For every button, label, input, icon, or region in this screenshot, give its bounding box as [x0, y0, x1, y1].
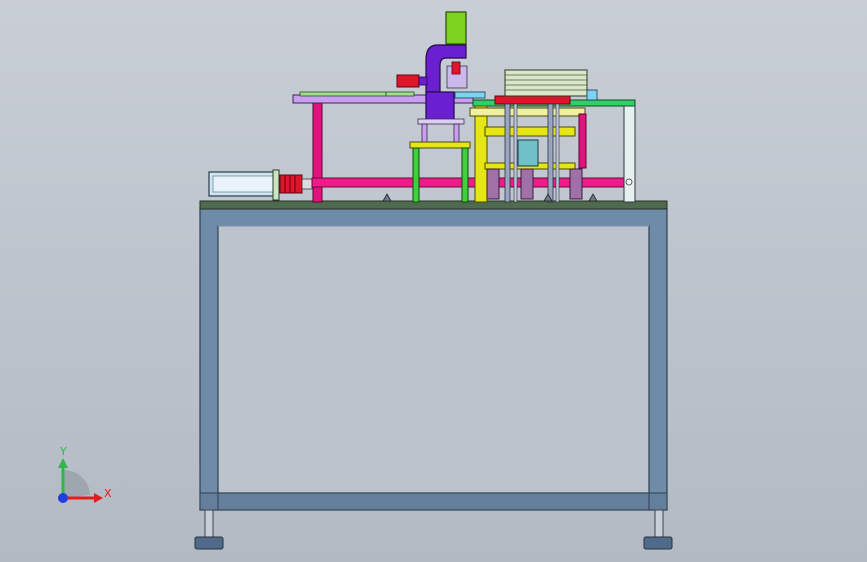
z-axis-dot: [58, 493, 68, 503]
x-axis-arrowhead: [94, 493, 103, 503]
stacked-plates[interactable]: [454, 69, 598, 101]
leveling-feet[interactable]: [194, 509, 673, 550]
press-cylinder[interactable]: [445, 11, 467, 45]
yellow-guide-frame[interactable]: [469, 105, 587, 203]
y-axis-label: Y: [59, 445, 67, 458]
cad-viewport[interactable]: Y X: [0, 0, 867, 562]
table-top[interactable]: [199, 200, 668, 210]
base-frame[interactable]: [199, 207, 668, 511]
coupling[interactable]: [279, 174, 313, 194]
servo-motor[interactable]: [208, 169, 280, 201]
y-axis-arrowhead: [58, 458, 68, 468]
x-axis-label: X: [104, 487, 112, 500]
right-post[interactable]: [623, 105, 636, 203]
coordinate-triad: Y X: [58, 445, 112, 503]
triad-arc: [63, 469, 90, 498]
red-actuator[interactable]: [396, 74, 428, 88]
green-support[interactable]: [409, 141, 471, 203]
